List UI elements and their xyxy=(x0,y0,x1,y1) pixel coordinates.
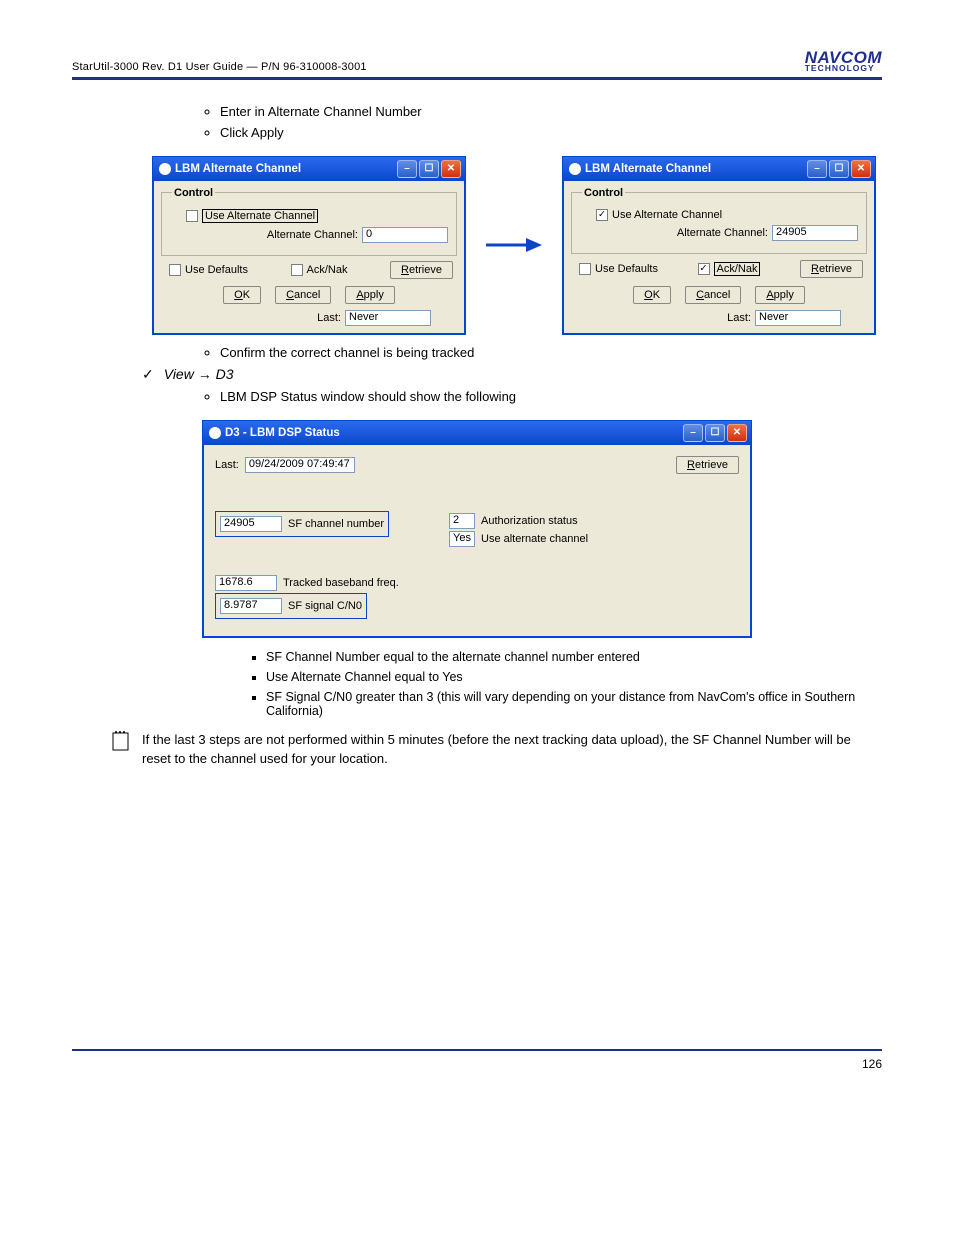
last-label: Last: xyxy=(727,312,751,324)
navcom-logo: NAVCOM TECHNOLOGY xyxy=(805,50,882,73)
note-icon xyxy=(112,730,130,752)
sf-cn0-field: 8.9787 xyxy=(220,598,282,614)
window-icon xyxy=(569,163,581,175)
minimize-button[interactable]: – xyxy=(683,424,703,442)
ok-button[interactable]: OK xyxy=(633,286,671,304)
acknak-checkbox[interactable]: ✓ xyxy=(698,263,710,275)
use-alt-label: Use Alternate Channel xyxy=(202,209,318,223)
apply-button[interactable]: Apply xyxy=(755,286,805,304)
check-use-alt: Use Alternate Channel equal to Yes xyxy=(266,670,882,684)
acknak-label: Ack/Nak xyxy=(714,262,761,276)
maximize-button[interactable]: ☐ xyxy=(419,160,439,178)
auth-status-field: 2 xyxy=(449,513,475,529)
menu-path: ✓ View → D3 xyxy=(142,366,882,383)
step-confirm-channel: Confirm the correct channel is being tra… xyxy=(220,345,882,360)
cancel-button[interactable]: Cancel xyxy=(685,286,741,304)
window-icon xyxy=(209,427,221,439)
check-cn0: SF Signal C/N0 greater than 3 (this will… xyxy=(266,690,882,718)
window-title: LBM Alternate Channel xyxy=(175,163,301,175)
step-click-apply: Click Apply xyxy=(220,125,882,140)
auth-status-label: Authorization status xyxy=(481,515,578,527)
timing-note: If the last 3 steps are not performed wi… xyxy=(142,730,882,769)
arrow-right-icon xyxy=(486,236,542,254)
last-timestamp-field: 09/24/2009 07:49:47 xyxy=(245,457,355,473)
d3-lbm-dsp-status-window: D3 - LBM DSP Status – ☐ ✕ Last: 09/24/20… xyxy=(202,420,752,638)
apply-button[interactable]: Apply xyxy=(345,286,395,304)
check-sf-channel: SF Channel Number equal to the alternate… xyxy=(266,650,882,664)
last-field: Never xyxy=(755,310,841,326)
header-rule xyxy=(72,77,882,80)
use-defaults-label: Use Defaults xyxy=(185,264,248,276)
page-number: 126 xyxy=(72,1057,882,1071)
window-title: D3 - LBM DSP Status xyxy=(225,427,340,439)
tracked-baseband-field: 1678.6 xyxy=(215,575,277,591)
last-field: Never xyxy=(345,310,431,326)
alt-channel-label: Alternate Channel: xyxy=(267,229,358,241)
ok-button[interactable]: OK xyxy=(223,286,261,304)
maximize-button[interactable]: ☐ xyxy=(705,424,725,442)
use-alt-checkbox[interactable] xyxy=(186,210,198,222)
control-legend: Control xyxy=(172,187,215,199)
maximize-button[interactable]: ☐ xyxy=(829,160,849,178)
retrieve-button[interactable]: Retrieve xyxy=(390,261,453,279)
lbm-dialog-after: LBM Alternate Channel – ☐ ✕ Control ✓ Us… xyxy=(562,156,876,335)
use-alt-channel-field: Yes xyxy=(449,531,475,547)
control-legend: Control xyxy=(582,187,625,199)
window-title: LBM Alternate Channel xyxy=(585,163,711,175)
retrieve-button[interactable]: Retrieve xyxy=(800,260,863,278)
step-enter-alt-channel: Enter in Alternate Channel Number xyxy=(220,104,882,119)
last-label: Last: xyxy=(317,312,341,324)
use-alt-label: Use Alternate Channel xyxy=(612,209,722,221)
window-icon xyxy=(159,163,171,175)
alt-channel-field[interactable]: 24905 xyxy=(772,225,858,241)
lbm-dialog-before: LBM Alternate Channel – ☐ ✕ Control Use … xyxy=(152,156,466,335)
header-left: StarUtil-3000 Rev. D1 User Guide — P/N 9… xyxy=(72,61,367,73)
close-button[interactable]: ✕ xyxy=(441,160,461,178)
close-button[interactable]: ✕ xyxy=(851,160,871,178)
minimize-button[interactable]: – xyxy=(397,160,417,178)
check-icon: ✓ xyxy=(142,366,154,383)
use-alt-channel-label: Use alternate channel xyxy=(481,533,588,545)
use-defaults-checkbox[interactable] xyxy=(579,263,591,275)
last-label: Last: xyxy=(215,459,239,471)
use-alt-checkbox[interactable]: ✓ xyxy=(596,209,608,221)
alt-channel-label: Alternate Channel: xyxy=(677,227,768,239)
sf-cn0-label: SF signal C/N0 xyxy=(288,600,362,612)
acknak-checkbox[interactable] xyxy=(291,264,303,276)
footer-rule xyxy=(72,1049,882,1051)
sf-channel-number-label: SF channel number xyxy=(288,518,384,530)
sf-channel-number-field: 24905 xyxy=(220,516,282,532)
cancel-button[interactable]: Cancel xyxy=(275,286,331,304)
retrieve-button[interactable]: Retrieve xyxy=(676,456,739,474)
close-button[interactable]: ✕ xyxy=(727,424,747,442)
tracked-baseband-label: Tracked baseband freq. xyxy=(283,577,399,589)
use-defaults-label: Use Defaults xyxy=(595,263,658,275)
acknak-label: Ack/Nak xyxy=(307,264,348,276)
alt-channel-field[interactable]: 0 xyxy=(362,227,448,243)
minimize-button[interactable]: – xyxy=(807,160,827,178)
lbm-dsp-note: LBM DSP Status window should show the fo… xyxy=(220,389,882,404)
use-defaults-checkbox[interactable] xyxy=(169,264,181,276)
